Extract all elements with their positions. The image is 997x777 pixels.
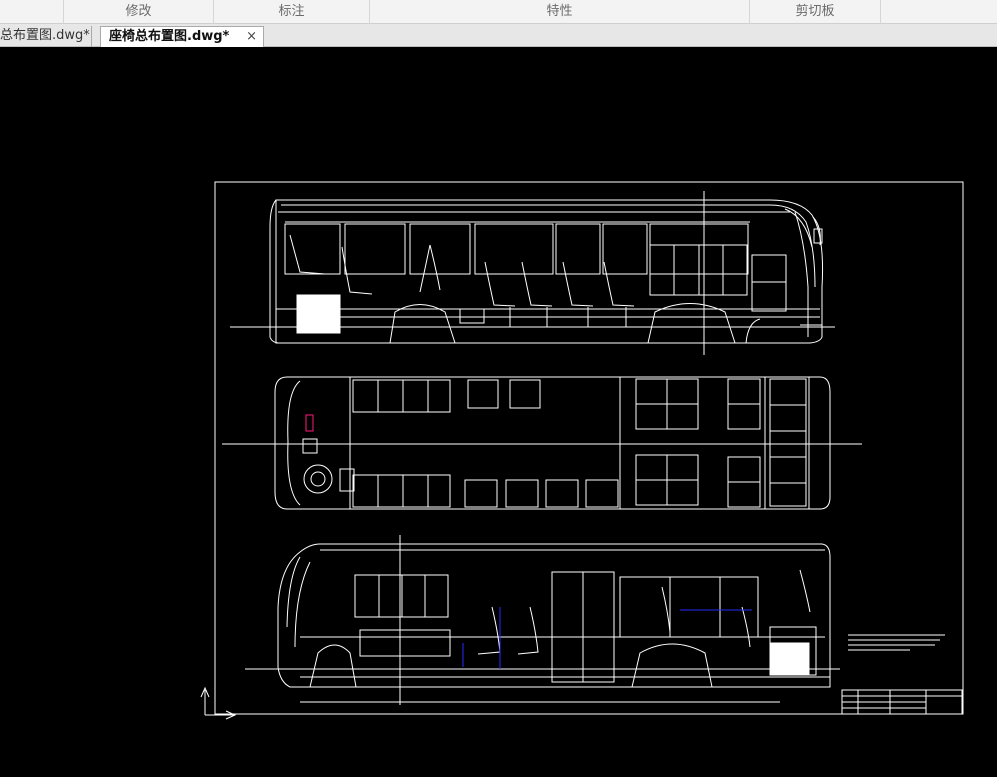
drawing-canvas[interactable]: [0, 47, 997, 777]
highlight-marker: [305, 414, 314, 432]
engine-compartment: [296, 294, 341, 334]
bus-side-view-bottom: [245, 535, 840, 705]
document-tab-bar: 总布置图.dwg* 座椅总布置图.dwg* ×: [0, 24, 997, 47]
tab-seat-layout[interactable]: 座椅总布置图.dwg* ×: [100, 26, 264, 47]
tab-label: 总布置图.dwg*: [0, 28, 90, 43]
ribbon-panel-right[interactable]: [881, 0, 997, 24]
engine-compartment-bottom: [770, 642, 810, 675]
ribbon-panel-bar: 修改 标注 特性 剪切板: [0, 0, 997, 24]
ribbon-panel-modify[interactable]: 修改: [64, 0, 214, 24]
tab-total-layout[interactable]: 总布置图.dwg*: [0, 26, 92, 47]
ribbon-panel-clipboard[interactable]: 剪切板: [750, 0, 881, 24]
blue-dimension-lines: [462, 607, 752, 669]
ribbon-panel-properties[interactable]: 特性: [370, 0, 750, 24]
ribbon-panel-annotate[interactable]: 标注: [214, 0, 370, 24]
tab-label: 座椅总布置图.dwg*: [109, 29, 230, 44]
cad-drawing: [200, 181, 964, 720]
notes-block: [848, 634, 945, 651]
bus-plan-view: [222, 376, 862, 510]
close-icon[interactable]: ×: [246, 27, 257, 46]
ribbon-panel-left[interactable]: [0, 0, 64, 24]
drawing-frame: [214, 181, 964, 715]
title-block: [841, 689, 963, 715]
